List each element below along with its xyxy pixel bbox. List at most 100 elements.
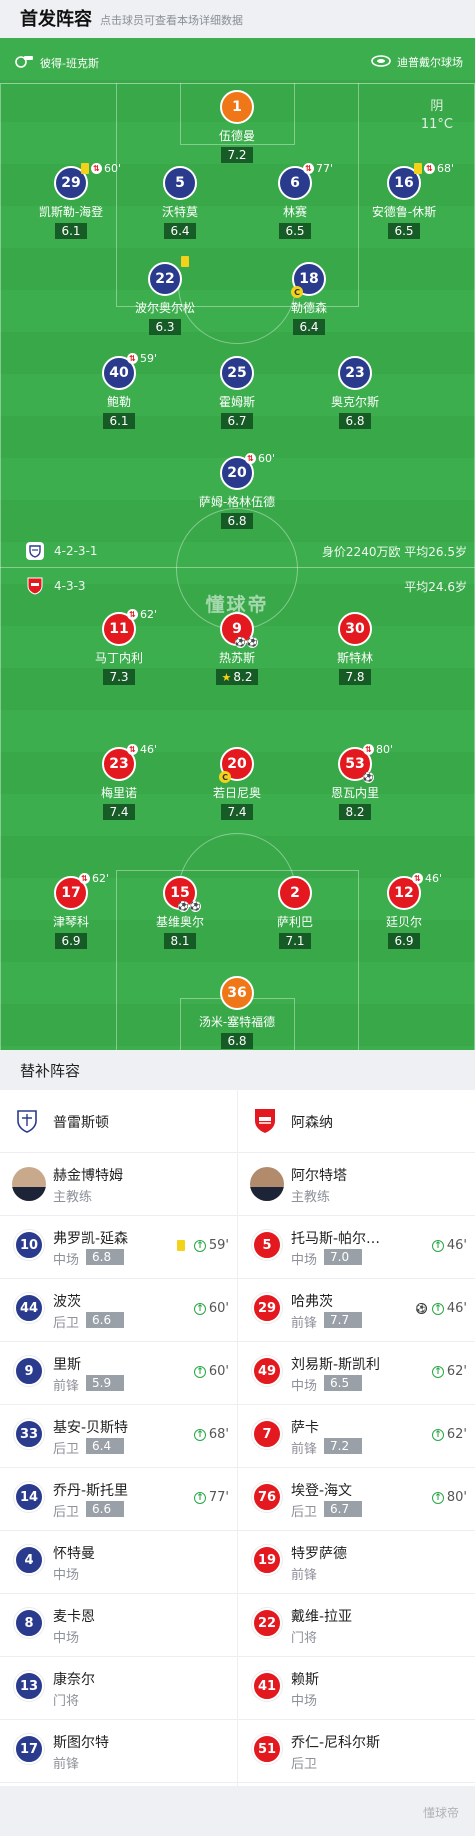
- player-name: 奥克尔斯: [330, 395, 379, 409]
- sub-time: 46': [446, 1301, 467, 1316]
- sub-in-icon: ↑: [431, 1491, 444, 1504]
- bench-player-row[interactable]: 8 麦卡恩 中场: [0, 1594, 237, 1657]
- away-player[interactable]: 9 ⚽ ⚽ 热苏斯 ★ 8.2: [177, 612, 297, 685]
- player-name: 安德鲁-休斯: [371, 205, 437, 219]
- player-position: 中场: [291, 1379, 318, 1394]
- bench-player-row[interactable]: 29 哈弗茨 前锋 7.7 ⚽ ↑ 46': [238, 1279, 475, 1342]
- bench-player-row[interactable]: 44 波茨 后卫 6.6 ↑ 60': [0, 1279, 237, 1342]
- arsenal-logo-icon: [26, 577, 44, 595]
- coach-name: 赫金博特姆: [53, 1168, 123, 1184]
- venue-info: 迪普戴尔球场: [371, 54, 463, 70]
- arsenal-logo-icon: [252, 1108, 278, 1134]
- yellow-card-icon: [81, 163, 89, 174]
- bench-player-row[interactable]: 17 斯图尔特 前锋: [0, 1720, 237, 1783]
- home-player-captain[interactable]: 18 C 勒德森 6.4: [249, 262, 369, 335]
- bench-player-row[interactable]: 7 萨卡 前锋 7.2 ↑ 62': [238, 1405, 475, 1468]
- player-name: 马丁内利: [94, 651, 143, 665]
- home-player[interactable]: 22 波尔奥尔松 6.3: [105, 256, 225, 335]
- sub-time: 60': [258, 452, 276, 465]
- temperature-text: 11°C: [420, 117, 453, 132]
- sub-time: 46': [425, 872, 443, 885]
- bench-player-row[interactable]: 10 弗罗凯-延森 中场 6.8 ↑ 59': [0, 1216, 237, 1279]
- bench-player-row[interactable]: 22 戴维-拉亚 门将: [238, 1594, 475, 1657]
- player-number: 15 ⚽ ⚽: [163, 876, 201, 912]
- home-team-info: 身价2240万欧 平均26.5岁: [321, 545, 467, 559]
- player-position: 中场: [53, 1568, 80, 1583]
- home-player[interactable]: 6 ⇅ 77' 林赛 6.5: [235, 162, 355, 239]
- player-name: 波茨: [53, 1294, 81, 1310]
- home-player[interactable]: 40 ⇅ 59' 鲍勒 6.1: [59, 352, 179, 429]
- player-name: 乔丹-斯托里: [53, 1483, 129, 1499]
- player-rating: 6.6: [86, 1501, 124, 1517]
- away-player-captain[interactable]: 20 C 若日尼奥 7.4: [177, 747, 297, 820]
- assist-icon: ⚽: [246, 637, 259, 648]
- goal-ball-icon: ⚽: [234, 637, 247, 648]
- away-player[interactable]: 17 ⇅ 62' 津琴科 6.9: [11, 872, 131, 949]
- away-player[interactable]: 30 斯特林 7.8: [295, 612, 415, 685]
- away-player[interactable]: 53 ⚽ ⇅ 80' 恩瓦内里 8.2: [295, 743, 415, 820]
- player-number: 14: [14, 1482, 44, 1512]
- away-player[interactable]: 12 ⇅ 46' 廷贝尔 6.9: [344, 872, 464, 949]
- home-player[interactable]: 25 霍姆斯 6.7: [177, 356, 297, 429]
- player-rating: ★ 8.2: [215, 669, 259, 685]
- player-rating: 6.9: [388, 933, 420, 949]
- player-name: 基维奥尔: [155, 915, 204, 929]
- sub-out-icon: ⇅: [91, 163, 102, 174]
- player-name: 怀特曼: [53, 1546, 95, 1562]
- away-player[interactable]: 2 萨利巴 7.1: [235, 876, 355, 949]
- player-name: 沃特莫: [161, 205, 198, 219]
- player-name: 若日尼奥: [212, 786, 261, 800]
- bench-player-row[interactable]: 76 埃登-海文 后卫 6.7 ↑ 80': [238, 1468, 475, 1531]
- yellow-card-icon: [181, 256, 189, 267]
- bench-player-row[interactable]: 41 赖斯 中场: [238, 1657, 475, 1720]
- home-player[interactable]: 5 沃特莫 6.4: [120, 166, 240, 239]
- bench-player-row[interactable]: 13 康奈尔 门将: [0, 1657, 237, 1720]
- player-position: 前锋: [53, 1379, 80, 1394]
- player-name: 斯特林: [336, 651, 373, 665]
- away-player[interactable]: 15 ⚽ ⚽ 基维奥尔 8.1: [120, 876, 240, 949]
- bench-player-row[interactable]: 4 怀特曼 中场: [0, 1531, 237, 1594]
- home-player[interactable]: 20 ⇅ 60' 萨姆-格林伍德 6.8: [177, 452, 297, 529]
- player-number: 44: [14, 1293, 44, 1323]
- player-position: 中场: [291, 1253, 318, 1268]
- bench-player-row[interactable]: 5 托马斯-帕尔… 中场 7.0 ↑ 46': [238, 1216, 475, 1279]
- home-player[interactable]: 29 ⇅ 60' 凯斯勒-海登 6.1: [11, 162, 131, 239]
- player-number: 33: [14, 1419, 44, 1449]
- home-player[interactable]: 23 奥克尔斯 6.8: [295, 356, 415, 429]
- player-name: 弗罗凯-延森: [53, 1231, 129, 1247]
- bench-player-row[interactable]: 33 基安-贝斯特 后卫 6.4 ↑ 68': [0, 1405, 237, 1468]
- sub-time: 68': [208, 1427, 229, 1442]
- bench-player-row[interactable]: 9 里斯 前锋 5.9 ↑ 60': [0, 1342, 237, 1405]
- sub-time: 62': [140, 608, 158, 621]
- away-player[interactable]: 23 ⇅ 46' 梅里诺 7.4: [59, 743, 179, 820]
- goal-ball-icon: ⚽: [362, 772, 375, 783]
- bench-player-row[interactable]: 51 乔仁-尼科尔斯 后卫: [238, 1720, 475, 1783]
- player-rating: 6.8: [221, 513, 253, 529]
- sub-in-icon: ↑: [193, 1239, 206, 1252]
- player-number: 49: [252, 1356, 282, 1386]
- bench-player-row[interactable]: 49 刘易斯-斯凯利 中场 6.5 ↑ 62': [238, 1342, 475, 1405]
- player-position: 门将: [53, 1694, 80, 1709]
- home-player[interactable]: 16 ⇅ 68' 安德鲁-休斯 6.5: [344, 162, 464, 239]
- player-rating: 6.8: [221, 1033, 253, 1049]
- player-name: 戴维-拉亚: [291, 1609, 353, 1625]
- away-coach-row[interactable]: 阿尔特塔 主教练: [238, 1153, 475, 1216]
- home-coach-row[interactable]: 赫金博特姆 主教练: [0, 1153, 237, 1216]
- away-player-goalkeeper[interactable]: 36 汤米-塞特福德 6.8: [177, 976, 297, 1049]
- player-number: 9: [14, 1356, 44, 1386]
- sub-time: 62': [92, 872, 110, 885]
- away-player[interactable]: 11 ⇅ 62' 马丁内利 7.3: [59, 608, 179, 685]
- weather-text: 阴: [430, 99, 444, 114]
- sub-time: 59': [140, 352, 158, 365]
- sub-out-icon: ⇅: [303, 163, 314, 174]
- player-rating: 6.4: [86, 1438, 124, 1454]
- player-rating: 7.2: [221, 147, 253, 163]
- player-number: 8: [14, 1608, 44, 1638]
- home-player-goalkeeper[interactable]: 1 伍德曼 7.2: [177, 90, 297, 163]
- page-subtitle: 点击球员可查看本场详细数据: [100, 13, 243, 27]
- player-number: 22: [252, 1608, 282, 1638]
- player-name: 麦卡恩: [53, 1609, 95, 1625]
- bench-player-row[interactable]: 14 乔丹-斯托里 后卫 6.6 ↑ 77': [0, 1468, 237, 1531]
- bench-player-row[interactable]: 19 特罗萨德 前锋: [238, 1531, 475, 1594]
- sub-in-icon: ↑: [193, 1428, 206, 1441]
